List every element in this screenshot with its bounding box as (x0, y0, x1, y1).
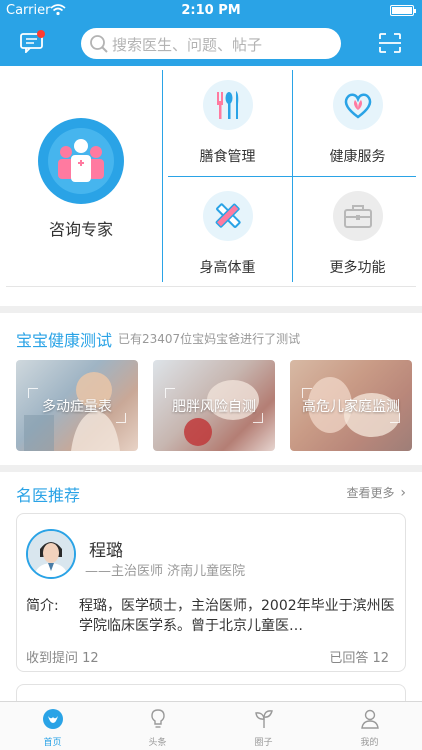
height-weight-label: 身高体重 (199, 260, 256, 276)
notification-dot (37, 30, 45, 38)
sprout-icon (255, 710, 273, 728)
doctor-title-hospital: ——主治医师 济南儿童医院 (85, 564, 246, 579)
app-screen: Carrier 2:10 PM 搜索医生、问题、帖子 咨询专家 膳食管理 健康服… (0, 0, 422, 750)
tab-home[interactable]: 首页 (0, 702, 105, 750)
section-title: 宝宝健康测试 (16, 331, 113, 350)
tab-label: 头条 (148, 738, 167, 748)
test-card-label: 肥胖风险自测 (172, 399, 256, 415)
tab-label: 我的 (360, 738, 379, 748)
diet-management-label: 膳食管理 (199, 149, 256, 165)
doctor-card[interactable]: 程璐 ——主治医师 济南儿童医院 简介: 程璐，医学硕士，主治医师，2002年毕… (16, 513, 406, 672)
person-icon (361, 709, 379, 729)
battery-fill (392, 7, 412, 14)
function-grid: 咨询专家 膳食管理 健康服务 身高体重 更多功能 (0, 66, 422, 306)
fork-spoon-icon (203, 80, 253, 130)
see-more-link[interactable]: 查看更多 › (347, 484, 406, 501)
test-card-obesity[interactable]: 肥胖风险自测 (153, 360, 275, 451)
health-service-button[interactable]: 健康服务 (293, 66, 422, 176)
tab-label: 首页 (43, 738, 62, 748)
test-card-label: 多动症量表 (42, 399, 112, 415)
clock: 2:10 PM (181, 3, 241, 18)
tab-headlines[interactable]: 头条 (105, 702, 210, 750)
top-header: Carrier 2:10 PM 搜索医生、问题、帖子 (0, 0, 422, 66)
questions-received: 收到提问 12 (26, 651, 99, 666)
test-card-high-risk[interactable]: 高危儿家庭监测 (290, 360, 412, 451)
tab-community[interactable]: 圈子 (211, 702, 316, 750)
health-service-label: 健康服务 (329, 149, 386, 165)
height-weight-button[interactable]: 身高体重 (163, 177, 292, 286)
see-more-label: 查看更多 (346, 486, 395, 500)
bio-text: 程璐，医学硕士，主治医师，2002年毕业于滨州医学院临床医学系。曾于北京儿童医… (79, 598, 395, 634)
home-drop-icon (43, 709, 63, 729)
consult-expert-label: 咨询专家 (48, 220, 113, 239)
search-input[interactable]: 搜索医生、问题、帖子 (112, 34, 262, 55)
chevron-right-icon: › (400, 485, 406, 501)
battery-icon (390, 5, 416, 16)
heart-leaf-icon (333, 80, 383, 130)
status-bar: Carrier 2:10 PM (0, 0, 422, 22)
section-title: 名医推荐 (16, 486, 81, 505)
tab-label: 圈子 (254, 738, 273, 748)
avatar (26, 529, 76, 579)
toolbox-icon (333, 191, 383, 241)
search-bar[interactable]: 搜索医生、问题、帖子 (81, 28, 341, 59)
grid-bottom-divider (6, 286, 416, 287)
test-card-label: 高危儿家庭监测 (302, 399, 400, 415)
scan-icon[interactable] (379, 33, 401, 53)
ruler-pencil-icon (203, 191, 253, 241)
more-functions-button[interactable]: 更多功能 (293, 177, 422, 286)
test-count-text: 已有23407位宝妈宝爸进行了测试 (118, 332, 301, 346)
bio-label: 简介: (26, 598, 59, 614)
more-functions-label: 更多功能 (329, 260, 386, 276)
doctors-group-icon (38, 118, 124, 204)
doctor-name: 程璐 (89, 541, 123, 561)
questions-answered: 已回答 12 (329, 651, 389, 666)
lightbulb-icon (151, 709, 165, 728)
diet-management-button[interactable]: 膳食管理 (163, 66, 292, 176)
test-card-adhd[interactable]: 多动症量表 (16, 360, 138, 451)
tab-me[interactable]: 我的 (317, 702, 422, 750)
bottom-tab-bar: 首页 头条 圈子 我的 (0, 701, 422, 750)
consult-expert-button[interactable]: 咨询专家 (0, 66, 162, 282)
search-icon (90, 35, 108, 53)
